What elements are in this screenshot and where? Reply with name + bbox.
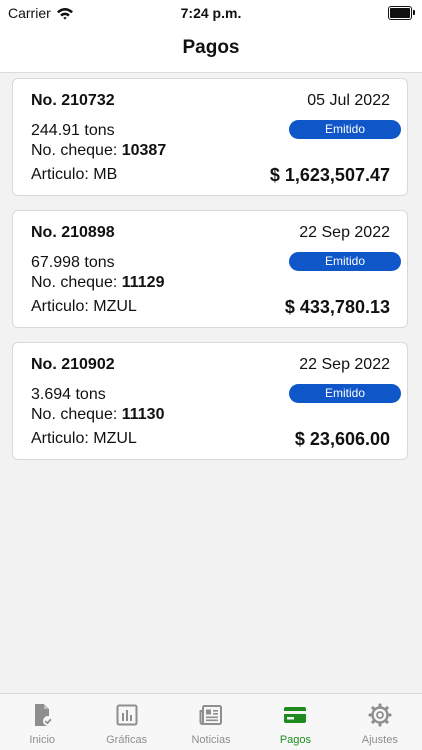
tab-label: Ajustes (361, 734, 398, 746)
tab-label: Inicio (29, 734, 56, 746)
payment-tons: 244.91 tons (31, 122, 115, 139)
tab-bar: Inicio Gráficas Noticias Pagos Ajustes (0, 693, 422, 750)
cheque-info: No. cheque: 11129 (31, 274, 164, 292)
tab-pagos[interactable]: Pagos (253, 694, 337, 750)
cheque-number: 11129 (121, 274, 165, 291)
payment-tons: 3.694 tons (31, 386, 106, 403)
payment-card[interactable]: No. 210902 22 Sep 2022 3.694 tons Emitid… (12, 342, 408, 460)
navigation-bar: Pagos (0, 26, 422, 73)
cheque-label: No. cheque: (31, 406, 118, 423)
cheque-number: 10387 (121, 142, 167, 159)
status-time: 7:24 p.m. (180, 5, 242, 21)
tab-graficas[interactable]: Gráficas (84, 694, 168, 750)
status-badge: Emitido (289, 384, 401, 403)
status-bar: Carrier 7:24 p.m. (0, 0, 422, 26)
payment-number: No. 210732 (31, 92, 115, 109)
battery-level (390, 8, 410, 18)
payment-date: 05 Jul 2022 (307, 92, 390, 109)
payments-list: No. 210732 05 Jul 2022 244.91 tons Emiti… (0, 72, 422, 694)
payment-number: No. 210898 (31, 224, 115, 241)
page-title: Pagos (182, 37, 240, 58)
payment-articulo: Articulo: MZUL (31, 430, 137, 447)
cheque-number: 11130 (121, 406, 165, 423)
payment-date: 22 Sep 2022 (299, 356, 390, 373)
cheque-label: No. cheque: (31, 142, 118, 159)
payment-number: No. 210902 (31, 356, 115, 373)
status-badge: Emitido (289, 252, 401, 271)
payment-card[interactable]: No. 210732 05 Jul 2022 244.91 tons Emiti… (12, 78, 408, 196)
credit-card-icon (284, 707, 307, 723)
newspaper-icon (199, 705, 223, 726)
gear-icon (368, 703, 392, 727)
bar-chart-icon (116, 704, 138, 726)
cheque-info: No. cheque: 11130 (31, 406, 164, 424)
payment-amount: $ 433,780.13 (284, 297, 390, 317)
battery-icon (388, 6, 415, 20)
tab-label: Gráficas (106, 734, 148, 746)
payment-card[interactable]: No. 210898 22 Sep 2022 67.998 tons Emiti… (12, 210, 408, 328)
tab-ajustes[interactable]: Ajustes (338, 694, 422, 750)
cheque-info: No. cheque: 10387 (31, 142, 166, 160)
payment-articulo: Articulo: MB (31, 166, 118, 183)
tab-inicio[interactable]: Inicio (0, 694, 84, 750)
payment-tons: 67.998 tons (31, 254, 115, 271)
tab-label: Pagos (279, 734, 312, 746)
payment-amount: $ 1,623,507.47 (269, 165, 390, 185)
payment-articulo: Articulo: MZUL (31, 298, 137, 315)
tab-noticias[interactable]: Noticias (169, 694, 253, 750)
cheque-label: No. cheque: (31, 274, 118, 291)
tab-label: Noticias (191, 734, 231, 746)
document-check-icon (35, 704, 54, 726)
payment-amount: $ 23,606.00 (294, 429, 390, 449)
status-badge: Emitido (289, 120, 401, 139)
payment-date: 22 Sep 2022 (299, 224, 390, 241)
